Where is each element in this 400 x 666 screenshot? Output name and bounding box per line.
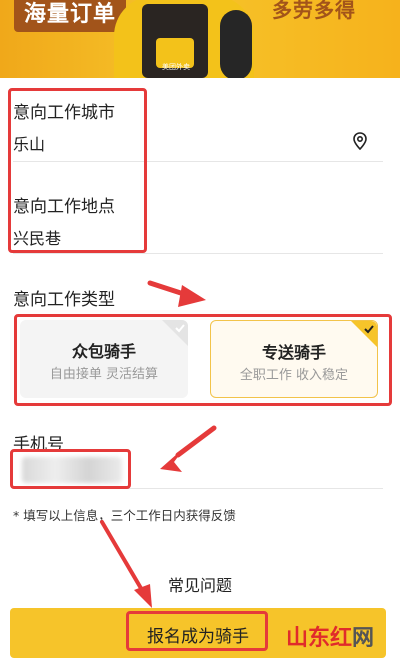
city-field[interactable]: 意向工作城市	[13, 98, 381, 123]
bag-logo-text: 美团外卖	[162, 63, 190, 71]
place-field[interactable]: 意向工作地点	[13, 192, 381, 217]
place-value-row[interactable]: 兴民巷	[13, 225, 381, 249]
type-card-subtitle: 自由接单 灵活结算	[49, 367, 159, 382]
watermark-part2: 网	[352, 626, 375, 651]
city-value-row[interactable]: 乐山	[13, 131, 381, 155]
checked-corner-icon	[351, 321, 377, 347]
delivery-bag: 美团外卖	[142, 4, 208, 78]
banner-slogan-right: 多劳多得	[272, 0, 356, 22]
watermark-part1: 山东红	[286, 626, 353, 651]
faq-heading[interactable]: 常见问题	[0, 572, 400, 596]
unchecked-corner-icon	[162, 320, 188, 346]
divider	[13, 488, 383, 489]
city-label: 意向工作城市	[13, 103, 115, 123]
divider	[13, 253, 383, 254]
type-card-subtitle: 全职工作 收入稳定	[239, 368, 349, 383]
type-card-crowdsource[interactable]: 众包骑手 自由接单 灵活结算	[20, 320, 188, 398]
type-section: 意向工作类型	[13, 285, 381, 310]
city-value[interactable]: 乐山	[13, 131, 381, 155]
type-label: 意向工作类型	[13, 290, 115, 310]
rider-illustration: 美团外卖	[108, 0, 258, 78]
location-pin-icon[interactable]	[350, 131, 370, 151]
phone-input-blurred[interactable]	[22, 457, 122, 483]
place-label: 意向工作地点	[13, 197, 115, 217]
divider	[13, 161, 383, 162]
phone-label: 手机号	[13, 435, 64, 455]
watermark: 山东红网	[286, 620, 374, 652]
place-value[interactable]: 兴民巷	[13, 225, 381, 249]
phone-section: 手机号	[13, 430, 381, 455]
promo-banner: 海量订单 美团外卖 多劳多得	[0, 0, 400, 78]
form-note: * 填写以上信息，三个工作日内获得反馈	[13, 508, 236, 523]
type-card-dedicated[interactable]: 专送骑手 全职工作 收入稳定	[210, 320, 378, 398]
